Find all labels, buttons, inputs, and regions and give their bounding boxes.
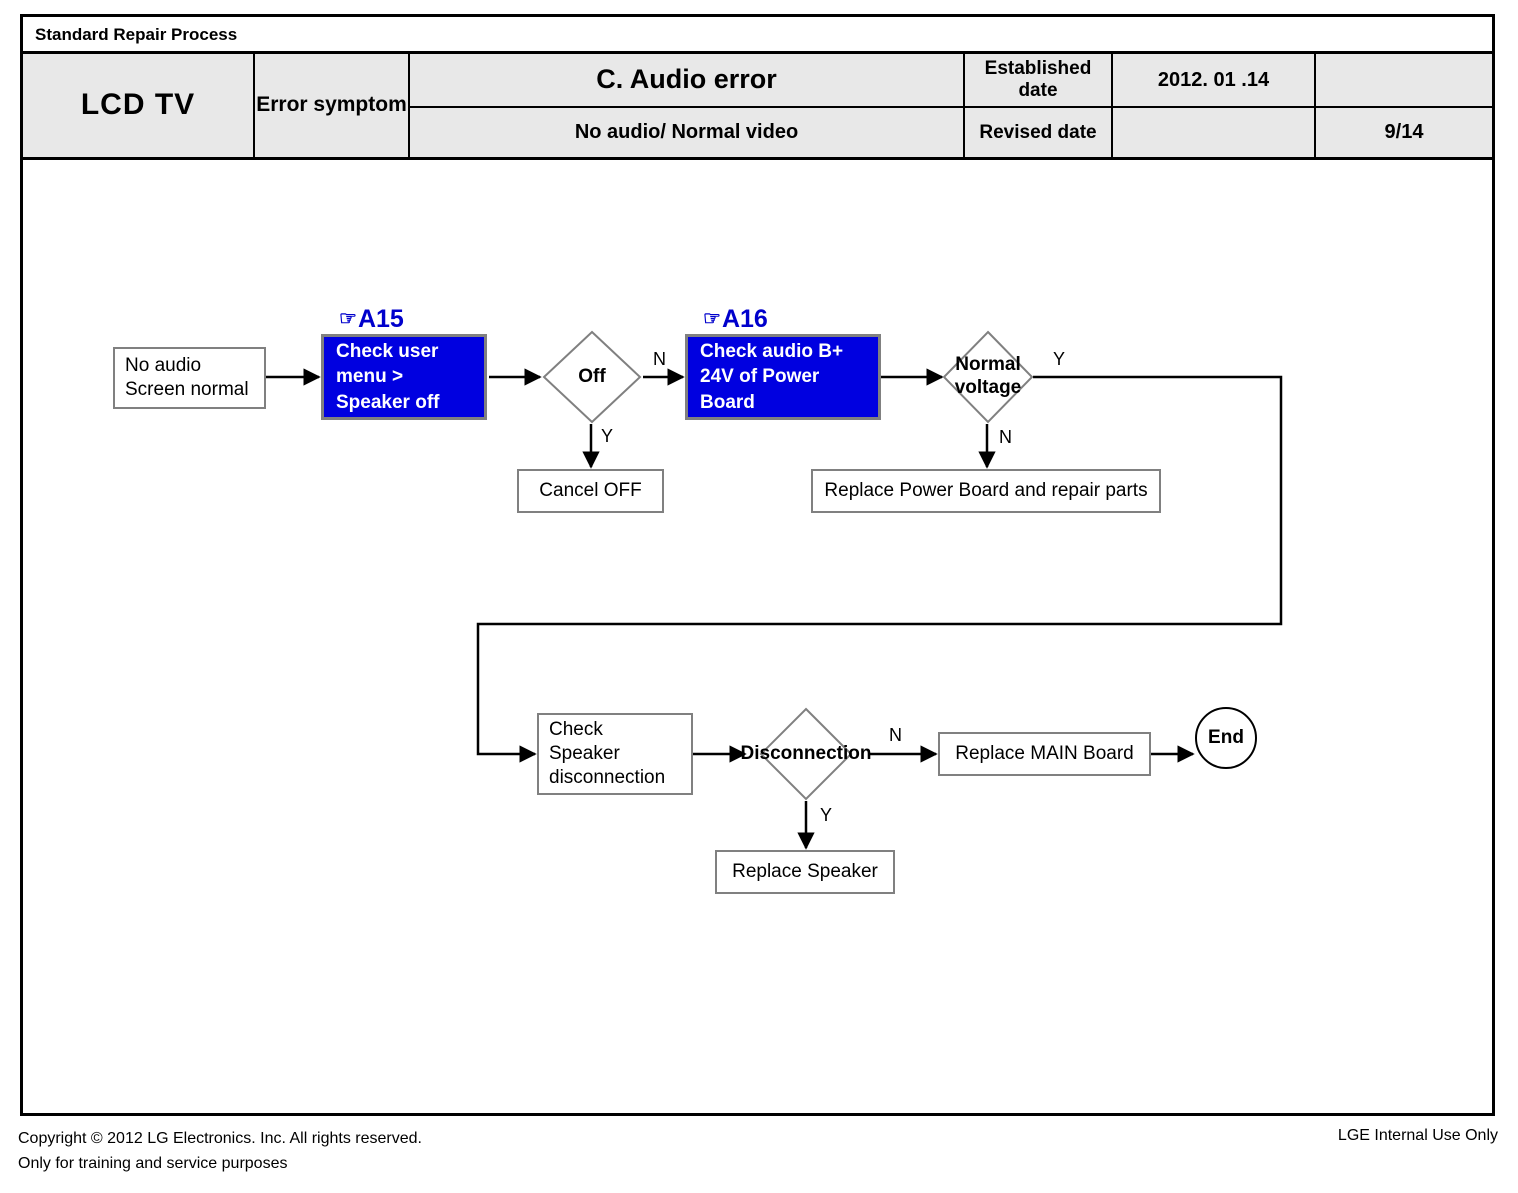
tag-a16: ☞A16 <box>703 307 768 332</box>
pointing-hand-icon: ☞ <box>339 308 357 330</box>
node-off-label: Off <box>578 365 606 387</box>
node-cancel-off-label: Cancel OFF <box>539 479 642 501</box>
flowchart-connectors <box>266 368 1283 850</box>
tag-a15: ☞A15 <box>339 307 404 332</box>
node-check-speaker[interactable]: Check Speaker disconnection <box>537 713 693 795</box>
node-start[interactable]: No audio Screen normal <box>113 347 266 409</box>
node-start-label: No audio Screen normal <box>125 354 249 400</box>
header-model: LCD TV <box>23 54 255 157</box>
node-check-audio-bplus[interactable]: Check audio B+ 24V of Power Board <box>685 334 881 420</box>
node-replace-speaker[interactable]: Replace Speaker <box>715 850 895 894</box>
node-replace-main-board-label: Replace MAIN Board <box>955 742 1134 764</box>
branch-label-disconnection-no: N <box>889 725 902 745</box>
branch-label-disconnection-yes: Y <box>820 805 833 825</box>
branch-label-normal-voltage-no: N <box>999 427 1012 447</box>
node-disconnection-decision[interactable]: Disconnection <box>741 707 871 801</box>
header-top-right-cell <box>1316 54 1492 108</box>
header-page-number: 9/14 <box>1316 108 1492 157</box>
header-error-title: C. Audio error <box>410 54 965 108</box>
node-check-speaker-label: Check Speaker disconnection <box>549 718 666 789</box>
node-end[interactable]: End <box>1195 707 1257 769</box>
tag-a15-label: A15 <box>357 305 404 333</box>
branch-label-off-yes: Y <box>601 426 614 446</box>
flowchart-canvas: ☞A15 ☞A16 No audio Screen normal Check u… <box>23 160 1492 1116</box>
node-off-decision[interactable]: Off <box>542 330 642 424</box>
footer-copyright: Copyright © 2012 LG Electronics. Inc. Al… <box>18 1130 422 1172</box>
node-replace-power-board-label: Replace Power Board and repair parts <box>824 479 1148 501</box>
node-disconnection-label: Disconnection <box>740 742 872 764</box>
header-revised-date-label: Revised date <box>965 108 1113 157</box>
header-error-symptom-label: Error symptom <box>255 54 410 157</box>
title-strip: Standard Repair Process <box>23 17 1492 54</box>
node-replace-power-board[interactable]: Replace Power Board and repair parts <box>811 469 1161 513</box>
node-check-user-menu[interactable]: Check user menu > Speaker off <box>321 334 487 420</box>
node-normal-voltage-decision[interactable]: Normal voltage <box>942 330 1034 424</box>
node-check-user-menu-label: Check user menu > Speaker off <box>336 341 440 413</box>
node-cancel-off[interactable]: Cancel OFF <box>517 469 664 513</box>
header-established-date-value: 2012. 01 .14 <box>1113 54 1316 108</box>
node-replace-main-board[interactable]: Replace MAIN Board <box>938 732 1151 776</box>
header-revised-date-value <box>1113 108 1316 157</box>
document-title: Standard Repair Process <box>35 25 238 44</box>
pointing-hand-icon: ☞ <box>703 308 721 330</box>
node-end-label: End <box>1208 727 1244 748</box>
node-replace-speaker-label: Replace Speaker <box>732 860 878 882</box>
node-normal-voltage-label: Normal voltage <box>954 354 1022 398</box>
footer-notice: LGE Internal Use Only <box>1337 1127 1498 1144</box>
tag-a16-label: A16 <box>721 305 768 333</box>
header-error-subtitle: No audio/ Normal video <box>410 108 965 157</box>
branch-label-off-no: N <box>653 349 666 369</box>
repair-process-sheet: Standard Repair Process LCD TV Error sym… <box>20 14 1495 1116</box>
page-footer: Copyright © 2012 LG Electronics. Inc. Al… <box>0 1121 1518 1193</box>
header-table: LCD TV Error symptom C. Audio error No a… <box>23 54 1492 160</box>
node-check-audio-bplus-label: Check audio B+ 24V of Power Board <box>700 341 844 413</box>
header-established-date-label: Established date <box>965 54 1113 108</box>
branch-label-normal-voltage-yes: Y <box>1053 349 1066 369</box>
